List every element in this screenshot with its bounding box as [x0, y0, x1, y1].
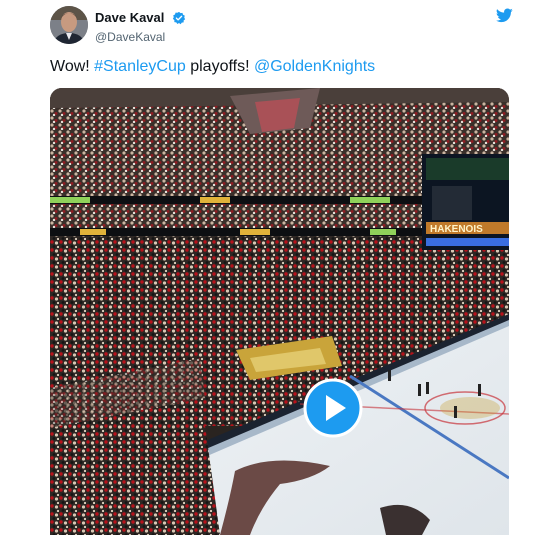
- tweet-text-intro: Wow!: [50, 58, 95, 75]
- video-player[interactable]: HAKENOIS: [50, 88, 509, 535]
- author-block: Dave Kaval @DaveKaval: [95, 9, 186, 44]
- twitter-bird-icon[interactable]: [496, 7, 513, 24]
- hashtag-link[interactable]: #StanleyCup: [94, 58, 186, 75]
- video-thumbnail: HAKENOIS: [50, 88, 509, 535]
- tweet-card: Dave Kaval @DaveKaval Wow! #StanleyCup p…: [0, 0, 541, 535]
- scoreboard-text: HAKENOIS: [430, 224, 483, 235]
- tweet-text: Wow! #StanleyCup playoffs! @GoldenKnight…: [50, 58, 375, 76]
- mention-link[interactable]: @GoldenKnights: [254, 58, 375, 75]
- verified-badge-icon: [172, 11, 185, 25]
- avatar[interactable]: [50, 6, 88, 44]
- avatar-image: [50, 6, 88, 44]
- play-button[interactable]: [303, 378, 363, 438]
- tweet-text-middle: playoffs!: [185, 58, 254, 75]
- author-handle[interactable]: @DaveKaval: [95, 30, 186, 44]
- author-display-name[interactable]: Dave Kaval: [95, 10, 164, 25]
